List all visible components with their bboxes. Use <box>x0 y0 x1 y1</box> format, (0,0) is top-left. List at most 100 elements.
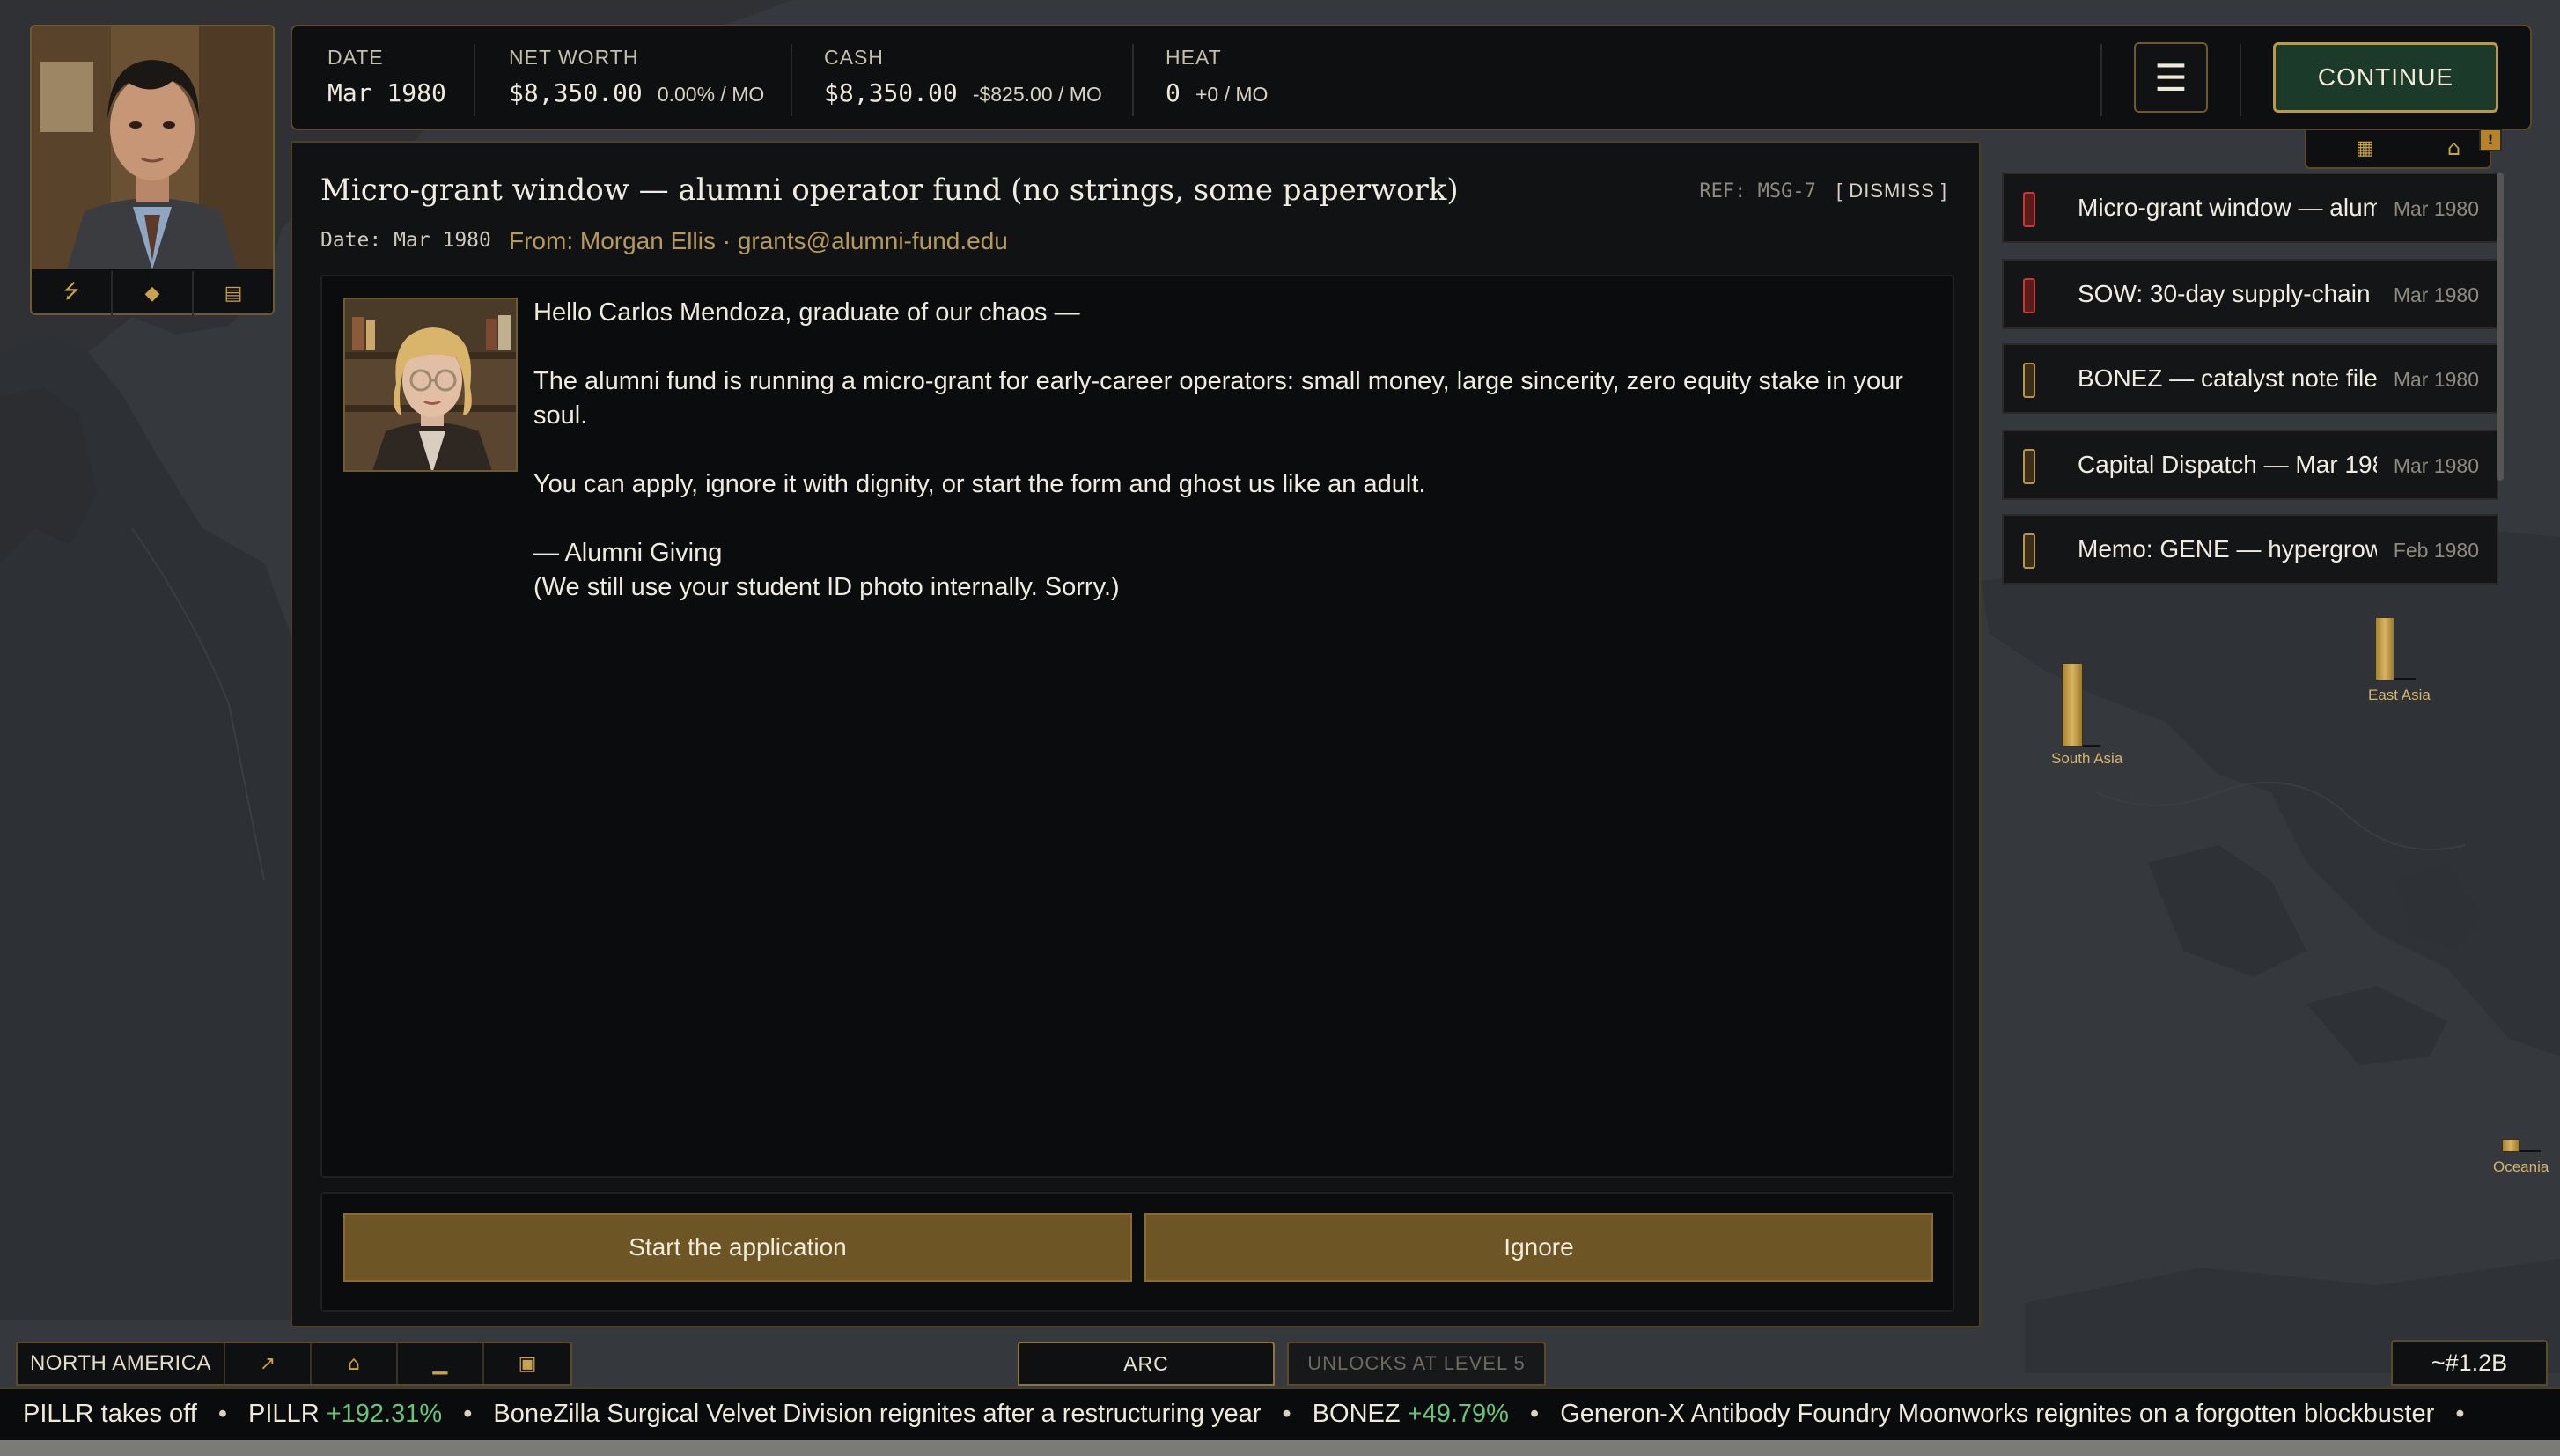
region-label: East Asia <box>2368 687 2431 703</box>
briefcase-icon[interactable]: ▤ <box>194 271 273 315</box>
ticker-separator: • <box>1530 1400 1540 1428</box>
player-portrait-card[interactable]: ⭍ ◆ ▤ <box>30 25 275 315</box>
inbox-item-date: Mar 1980 <box>2393 197 2479 220</box>
ticker-symbol: PILLR <box>248 1400 320 1428</box>
message-ref: REF: MSG-7 [ DISMISS ] <box>1699 180 1947 202</box>
region-bar-base <box>2083 745 2100 747</box>
home-icon[interactable]: ⌂ <box>2447 136 2461 160</box>
message-title: Micro-grant window — alumni operator fun… <box>320 173 1459 208</box>
notification-strip: ▦ ⌂ ! <box>2305 129 2502 169</box>
dismiss-button[interactable]: [ DISMISS ] <box>1836 180 1947 202</box>
region-label: Oceania <box>2493 1158 2549 1175</box>
priority-flag <box>2023 363 2035 398</box>
player-avatar[interactable] <box>32 26 273 269</box>
region-bar-base <box>2394 678 2416 680</box>
ticker-separator: • <box>1282 1400 1291 1428</box>
gem-icon[interactable]: ◆ <box>113 271 194 315</box>
heat-rate: +0 / MO <box>1195 83 1269 106</box>
ticker-item: PILLR takes off <box>23 1400 197 1428</box>
ticker-separator: • <box>2455 1400 2465 1428</box>
bank-icon[interactable]: ⌂ <box>312 1343 398 1384</box>
calendar-icon[interactable]: ▦ <box>2356 137 2374 159</box>
inbox-item-title: BONEZ — catalyst note filed <box>2078 364 2377 392</box>
net-worth-label: NET WORTH <box>509 46 639 69</box>
signature-line: — Alumni Giving <box>533 539 723 567</box>
cash-value: $8,350.00 <box>824 78 958 107</box>
region-tabs: NORTH AMERICA ↗ ⌂ ▁ ▣ <box>16 1342 572 1386</box>
inbox-item[interactable]: SOW: 30-day supply-chain audit Mar 1980 <box>2002 259 2498 329</box>
divider <box>2240 44 2241 116</box>
ticker-separator: • <box>463 1400 473 1428</box>
inbox-item-title: Memo: GENE — hypergrowth <box>2078 535 2377 563</box>
cash-label: CASH <box>824 46 884 69</box>
message-sender[interactable]: From: Morgan Ellis · grants@alumni-fund.… <box>509 227 1008 255</box>
tab-arc[interactable]: ARC <box>1018 1342 1275 1386</box>
news-ticker: PILLR takes off • PILLR +192.31% • BoneZ… <box>0 1387 2560 1440</box>
priority-flag <box>2023 278 2035 313</box>
ticker-track: PILLR takes off • PILLR +192.31% • BoneZ… <box>23 1400 2478 1429</box>
divider <box>2100 44 2102 116</box>
region-label: South Asia <box>2051 750 2123 767</box>
inbox-scrollbar[interactable] <box>2497 173 2504 481</box>
window-edge <box>0 1440 2560 1456</box>
region-marker-south-asia[interactable]: South Asia <box>2034 636 2139 768</box>
inbox-item-date: Mar 1980 <box>2393 283 2479 306</box>
rank-badge[interactable]: ~#1.2B <box>2391 1340 2548 1386</box>
sender-avatar <box>343 298 518 472</box>
region-marker-oceania[interactable]: Oceania <box>2491 1136 2560 1180</box>
region-marker-east-asia[interactable]: East Asia <box>2359 616 2465 704</box>
menu-button[interactable]: ☰ <box>2134 42 2208 113</box>
ignore-button[interactable]: Ignore <box>1144 1213 1933 1282</box>
priority-flag <box>2023 192 2035 227</box>
factory-icon[interactable]: ▁ <box>398 1343 484 1384</box>
grid-icon[interactable]: ▣ <box>484 1343 570 1384</box>
cash-rate: -$825.00 / MO <box>972 83 1102 106</box>
hamburger-icon: ☰ <box>2154 55 2188 99</box>
region-bar <box>2375 617 2394 680</box>
body-paragraph: The alumni fund is running a micro-grant… <box>533 367 1903 430</box>
region-bar <box>2502 1139 2520 1152</box>
region-bar <box>2062 663 2083 747</box>
ticker-symbol: BONEZ <box>1312 1400 1401 1428</box>
heat-value: 0 <box>1166 78 1181 107</box>
priority-flag <box>2023 449 2035 484</box>
start-application-button[interactable]: Start the application <box>343 1213 1132 1282</box>
continue-button[interactable]: CONTINUE <box>2273 42 2498 113</box>
date-stat: DATE Mar 1980 <box>327 46 446 107</box>
inbox-item-title: SOW: 30-day supply-chain audit <box>2078 280 2377 307</box>
status-bar: DATE Mar 1980 NET WORTH $8,350.00 0.00% … <box>291 25 2532 130</box>
net-worth-stat: NET WORTH $8,350.00 0.00% / MO <box>509 46 764 107</box>
signature-note: (We still use your student ID photo inte… <box>533 573 1120 601</box>
inbox-item[interactable]: Capital Dispatch — Mar 1980 Mar 1980 <box>2002 430 2498 500</box>
heat-stat: HEAT 0 +0 / MO <box>1166 46 1268 107</box>
inbox-item-date: Feb 1980 <box>2393 539 2479 562</box>
net-worth-rate: 0.00% / MO <box>657 83 765 106</box>
chart-line-icon[interactable]: ↗ <box>225 1343 312 1384</box>
region-selector[interactable]: NORTH AMERICA <box>18 1343 225 1384</box>
ref-code: REF: MSG-7 <box>1699 180 1816 202</box>
ticker-change: +49.79% <box>1407 1400 1509 1428</box>
net-worth-value: $8,350.00 <box>509 78 643 107</box>
message-date: Date: Mar 1980 <box>320 229 491 252</box>
inbox-item-title: Micro-grant window — alumni operator fun… <box>2078 194 2377 221</box>
inbox-item[interactable]: Memo: GENE — hypergrowth Feb 1980 <box>2002 514 2498 585</box>
date-label: DATE <box>327 46 384 69</box>
region-bar-base <box>2520 1150 2541 1152</box>
message-body: Hello Carlos Mendoza, graduate of our ch… <box>320 275 1954 1178</box>
inbox-item[interactable]: BONEZ — catalyst note filed Mar 1980 <box>2002 343 2498 414</box>
cash-stat: CASH $8,350.00 -$825.00 / MO <box>824 46 1102 107</box>
tab-locked: UNLOCKS AT LEVEL 5 <box>1287 1342 1546 1386</box>
greeting-line: Hello Carlos Mendoza, graduate of our ch… <box>533 298 1080 327</box>
message-text: Hello Carlos Mendoza, graduate of our ch… <box>533 296 1924 605</box>
body-paragraph: You can apply, ignore it with dignity, o… <box>533 470 1426 498</box>
network-icon[interactable]: ⭍ <box>32 271 113 315</box>
divider <box>474 44 475 116</box>
heat-label: HEAT <box>1166 46 1222 69</box>
inbox-item-date: Mar 1980 <box>2393 454 2479 477</box>
message-panel: Micro-grant window — alumni operator fun… <box>291 141 1981 1327</box>
inbox-item-date: Mar 1980 <box>2393 368 2479 391</box>
alert-badge[interactable]: ! <box>2479 129 2502 151</box>
inbox-item-title: Capital Dispatch — Mar 1980 <box>2078 451 2377 478</box>
inbox-item[interactable]: Micro-grant window — alumni operator fun… <box>2002 173 2498 243</box>
divider <box>791 44 792 116</box>
